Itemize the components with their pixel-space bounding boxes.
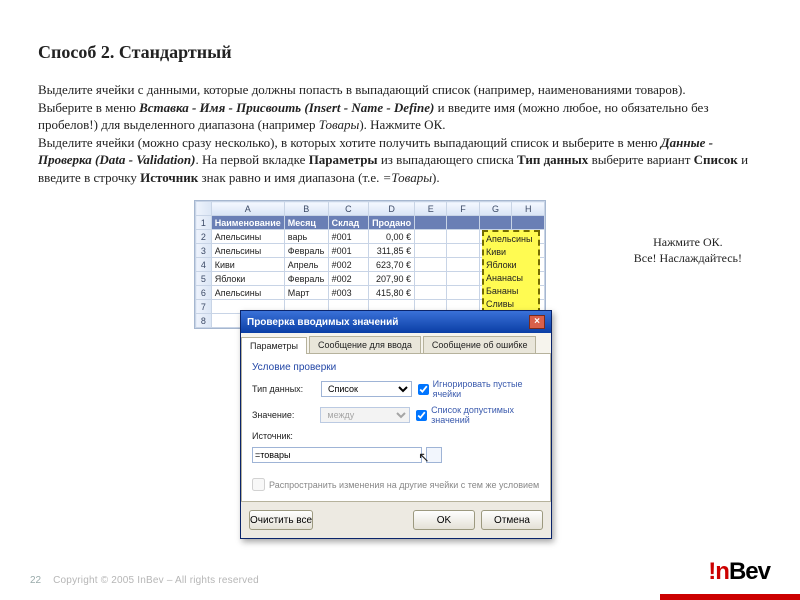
source-label: Источник:: [252, 431, 293, 441]
figure-caption: Нажмите ОК. Все! Наслаждайтесь!: [634, 234, 742, 296]
checkbox-label: Распространить изменения на другие ячейк…: [269, 480, 539, 490]
in-cell-dropdown-checkbox[interactable]: Список допустимых значений: [416, 405, 540, 425]
cell: #001: [328, 230, 368, 244]
list-item: Яблоки: [486, 259, 536, 272]
copyright: Copyright © 2005 InBev – All rights rese…: [53, 575, 259, 586]
value-select: между: [320, 407, 410, 423]
cell: Апельсины: [211, 244, 284, 258]
cell: Февраль: [284, 272, 328, 286]
col-header: H: [512, 202, 545, 216]
corner-cell: [196, 202, 212, 216]
cell: Киви: [211, 258, 284, 272]
dialog-titlebar[interactable]: Проверка вводимых значений ×: [241, 311, 551, 333]
slide-footer: 22 Copyright © 2005 InBev – All rights r…: [0, 558, 800, 586]
cell: 623,70 €: [369, 258, 415, 272]
cell: #003: [328, 286, 368, 300]
tab-input-message[interactable]: Сообщение для ввода: [309, 336, 421, 353]
checkbox-label: Игнорировать пустые ячейки: [433, 379, 540, 399]
text: знак равно и имя диапазона (т.е.: [198, 170, 382, 185]
option-name: Список: [694, 152, 738, 167]
checkbox-icon[interactable]: [418, 384, 429, 395]
close-icon[interactable]: ×: [529, 315, 545, 329]
tab-name: Параметры: [309, 152, 378, 167]
cell: 207,90 €: [369, 272, 415, 286]
cell: 415,80 €: [369, 286, 415, 300]
body-paragraph: Выделите ячейки с данными, которые должн…: [38, 81, 762, 186]
text: ).: [432, 170, 440, 185]
cell: Апельсины: [211, 230, 284, 244]
cell: Февраль: [284, 244, 328, 258]
column-headers: A B C D E F G H: [196, 202, 545, 216]
text: Выделите ячейки (можно сразу несколько),…: [38, 135, 661, 150]
field-name: Источник: [140, 170, 198, 185]
col-header: D: [369, 202, 415, 216]
inbev-logo: !nBev: [708, 558, 770, 586]
value-label: Значение:: [252, 410, 314, 420]
header-cell: Месяц: [284, 216, 328, 230]
cell: 311,85 €: [369, 244, 415, 258]
col-header: B: [284, 202, 328, 216]
menu-path: Вставка - Имя - Присвоить (Insert - Name…: [139, 100, 434, 115]
list-item: Ананасы: [486, 272, 536, 285]
cell: Апельсины: [211, 286, 284, 300]
formula-example: =Товары: [383, 170, 432, 185]
col-header: G: [479, 202, 512, 216]
list-item: Киви: [486, 246, 536, 259]
type-select[interactable]: Список: [321, 381, 412, 397]
tab-parameters[interactable]: Параметры: [241, 337, 307, 354]
cell: Апрель: [284, 258, 328, 272]
clear-all-button[interactable]: Очистить все: [249, 510, 313, 530]
col-header: C: [328, 202, 368, 216]
cell: #002: [328, 272, 368, 286]
header-cell: Продано: [369, 216, 415, 230]
cell: варь: [284, 230, 328, 244]
source-input[interactable]: [252, 447, 422, 463]
cancel-button[interactable]: Отмена: [481, 510, 543, 530]
dialog-tabs: Параметры Сообщение для ввода Сообщение …: [241, 333, 551, 353]
fieldset-title: Условие проверки: [252, 362, 540, 373]
screenshot-figure: A B C D E F G H 1 Наименование Месяц Скл…: [194, 200, 546, 329]
dialog-title: Проверка вводимых значений: [247, 317, 398, 328]
col-header: A: [211, 202, 284, 216]
text: ). Нажмите ОК.: [359, 117, 445, 132]
header-cell: Склад: [328, 216, 368, 230]
text: Выделите ячейки с данными, которые должн…: [38, 82, 686, 97]
col-header: F: [447, 202, 479, 216]
brand-accent-bar: [660, 594, 800, 600]
col-header: E: [415, 202, 447, 216]
row-number: 1: [196, 216, 212, 230]
named-range-selection: Апельсины Киви Яблоки Ананасы Бананы Сли…: [482, 230, 540, 314]
caption-line: Нажмите ОК.: [634, 234, 742, 250]
text: . На первой вкладке: [195, 152, 308, 167]
cursor-icon: ↖: [418, 449, 430, 466]
checkbox-icon[interactable]: [416, 410, 427, 421]
cell: #001: [328, 244, 368, 258]
logo-bev: Bev: [729, 558, 770, 585]
checkbox-icon: [252, 478, 265, 491]
ok-button[interactable]: OK: [413, 510, 475, 530]
propagate-checkbox[interactable]: Распространить изменения на другие ячейк…: [252, 478, 540, 491]
text: выберите вариант: [588, 152, 693, 167]
ignore-blank-checkbox[interactable]: Игнорировать пустые ячейки: [418, 379, 540, 399]
cell: Март: [284, 286, 328, 300]
list-item: Бананы: [486, 285, 536, 298]
cell: Яблоки: [211, 272, 284, 286]
list-item: Апельсины: [486, 233, 536, 246]
cell: #002: [328, 258, 368, 272]
range-name-example: Товары: [319, 117, 360, 132]
caption-line: Все! Наслаждайтесь!: [634, 250, 742, 266]
logo-n: n: [715, 558, 729, 585]
checkbox-label: Список допустимых значений: [431, 405, 540, 425]
header-cell: Наименование: [211, 216, 284, 230]
text: Выберите в меню: [38, 100, 139, 115]
cell: 0,00 €: [369, 230, 415, 244]
field-name: Тип данных: [517, 152, 588, 167]
text: из выпадающего списка: [378, 152, 517, 167]
type-label: Тип данных:: [252, 384, 315, 394]
tab-error-alert[interactable]: Сообщение об ошибке: [423, 336, 537, 353]
page-number: 22: [30, 575, 41, 586]
table-header-row: 1 Наименование Месяц Склад Продано: [196, 216, 545, 230]
page-title: Способ 2. Стандартный: [38, 42, 762, 63]
data-validation-dialog: Проверка вводимых значений × Параметры С…: [240, 310, 552, 539]
